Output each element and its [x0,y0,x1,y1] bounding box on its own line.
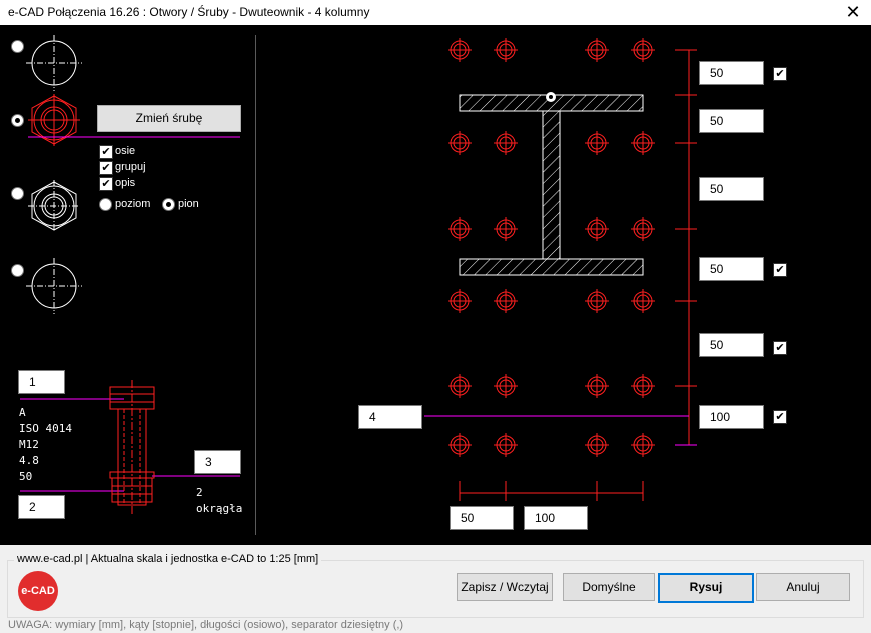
bolt-symbol-icon [631,217,655,241]
title-bar: e-CAD Połączenia 16.26 : Otwory / Śruby … [0,0,871,25]
save-load-button[interactable]: Zapisz / Wczytaj [457,573,553,601]
bolt-symbol-icon [494,433,518,457]
scale-info: www.e-cad.pl | Aktualna skala i jednostk… [14,553,322,565]
vert-dim-3-input[interactable]: 50 [699,177,764,201]
vert-dim-5-input[interactable]: 50 [699,333,764,357]
bolt-symbol-icon [448,38,472,62]
footer-panel: www.e-cad.pl | Aktualna skala i jednostk… [0,545,871,633]
bolt-symbol-icon [494,289,518,313]
bolt-symbol-icon [494,217,518,241]
bolt-symbol-icon [585,289,609,313]
horiz-dim-2-input[interactable]: 100 [524,506,588,530]
horizontal-dimension [459,481,644,501]
origin-marker-dot [549,95,553,99]
vert-dim-2-input[interactable]: 50 [699,109,764,133]
vert-dim-5-checkbox[interactable]: ✔ [773,341,787,355]
vert-dim-4-input[interactable]: 50 [699,257,764,281]
bolt-symbol-icon [448,217,472,241]
bolt-symbol-icon [448,433,472,457]
vert-dim-1-checkbox[interactable]: ✔ [773,67,787,81]
bolt-symbol-icon [585,433,609,457]
cancel-button[interactable]: Anuluj [756,573,850,601]
vert-dim-1-input[interactable]: 50 [699,61,764,85]
bolt-symbol-icon [585,131,609,155]
bolt-symbol-icon [631,38,655,62]
bolt-symbol-icon [631,374,655,398]
vert-dim-4-checkbox[interactable]: ✔ [773,263,787,277]
bolt-symbol-icon [631,433,655,457]
bolt-symbol-icon [631,289,655,313]
bolt-symbol-icon [448,131,472,155]
row-count-input[interactable]: 4 [358,405,422,429]
bolt-symbol-icon [448,374,472,398]
ecad-logo-icon: e-CAD [18,571,58,611]
defaults-button[interactable]: Domyślne [563,573,655,601]
bolt-symbol-icon [448,289,472,313]
horiz-dim-1-input[interactable]: 50 [450,506,514,530]
bolt-symbol-icon [585,374,609,398]
connection-drawing [424,38,697,501]
i-beam-section [459,94,644,276]
drawing-canvas: Zmień śrubę ✔ osie ✔ grupuj ✔ opis pozio… [0,25,871,545]
units-note: UWAGA: wymiary [mm], kąty [stopnie], dłu… [8,619,404,631]
bolt-symbol-icon [494,38,518,62]
bolt-symbol-icon [585,38,609,62]
window-title: e-CAD Połączenia 16.26 : Otwory / Śruby … [8,5,370,19]
bolt-symbol-icon [631,131,655,155]
vert-dim-6-input[interactable]: 100 [699,405,764,429]
draw-button[interactable]: Rysuj [658,573,754,603]
bolt-symbol-icon [494,131,518,155]
bolt-symbol-icon [494,374,518,398]
vert-dim-6-checkbox[interactable]: ✔ [773,410,787,424]
close-icon[interactable]: ✕ [835,0,871,25]
bolt-symbol-icon [585,217,609,241]
